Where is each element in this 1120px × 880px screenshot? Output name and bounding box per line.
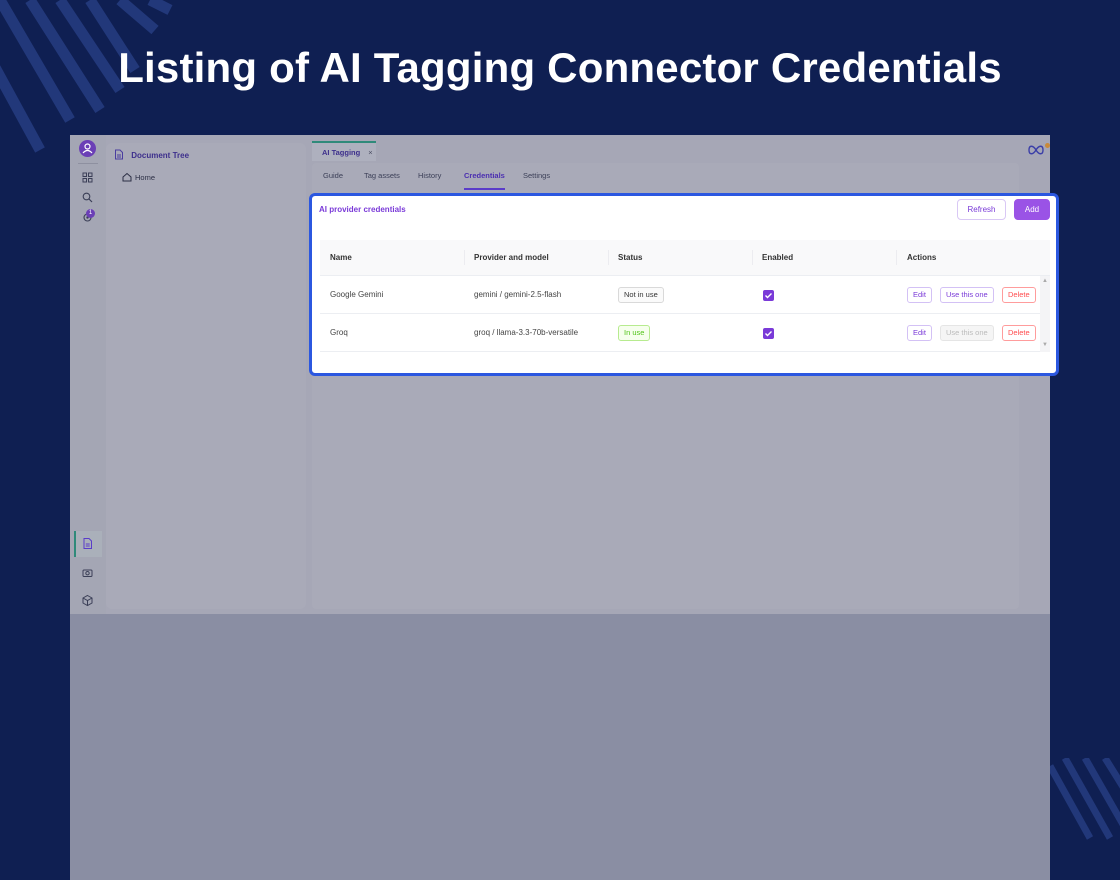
column-divider — [752, 250, 753, 265]
tree-item-home[interactable]: Home — [122, 172, 155, 182]
edit-button[interactable]: Edit — [907, 287, 932, 303]
document-icon[interactable] — [81, 537, 94, 550]
cell-name: Groq — [330, 328, 348, 337]
column-divider — [608, 250, 609, 265]
infinity-icon[interactable] — [1028, 145, 1044, 158]
column-divider — [464, 250, 465, 265]
rail-divider — [78, 163, 98, 164]
status-badge: Not in use — [618, 287, 664, 303]
document-icon — [114, 149, 126, 160]
cell-provider: gemini / gemini-2.5-flash — [474, 290, 562, 299]
close-icon[interactable]: × — [368, 148, 372, 157]
cell-name: Google Gemini — [330, 290, 384, 299]
card-title: AI provider credentials — [319, 205, 406, 214]
table-row: Groq groq / llama-3.3-70b-versatile In u… — [320, 314, 1040, 352]
user-icon — [82, 143, 93, 154]
delete-button[interactable]: Delete — [1002, 325, 1036, 341]
table-scrollbar[interactable]: ▲ ▼ — [1040, 276, 1050, 352]
chevron-up-icon[interactable]: ▲ — [1042, 278, 1048, 284]
subtab-tag-assets[interactable]: Tag assets — [364, 171, 400, 180]
table-header: Name Provider and model Status Enabled A… — [320, 240, 1050, 276]
home-icon — [122, 172, 132, 182]
cell-provider: groq / llama-3.3-70b-versatile — [474, 328, 579, 337]
user-avatar[interactable] — [79, 140, 96, 157]
grid-icon[interactable] — [81, 171, 94, 184]
tree-item-label: Home — [135, 173, 156, 182]
delete-button[interactable]: Delete — [1002, 287, 1036, 303]
notification-badge: 1 — [86, 209, 95, 218]
subtab-guide[interactable]: Guide — [323, 171, 343, 180]
table-row: Google Gemini gemini / gemini-2.5-flash … — [320, 276, 1040, 314]
enabled-checkbox[interactable] — [763, 290, 774, 301]
column-header-actions: Actions — [907, 253, 937, 262]
column-header-provider: Provider and model — [474, 253, 549, 262]
credentials-card: AI provider credentials Refresh Add Name… — [309, 193, 1059, 376]
search-icon[interactable] — [81, 191, 94, 204]
document-tree-panel: Document Tree Home — [106, 143, 306, 609]
subtab-credentials[interactable]: Credentials — [464, 171, 505, 190]
decorative-stripes-bottom-right — [1050, 758, 1120, 848]
icon-rail: 1 — [70, 135, 106, 614]
column-header-name: Name — [330, 253, 352, 262]
status-badge: In use — [618, 325, 651, 341]
edit-button[interactable]: Edit — [907, 325, 932, 341]
tab-ai-tagging[interactable]: AI Tagging × — [312, 141, 376, 161]
tab-label: AI Tagging — [322, 148, 361, 157]
add-button[interactable]: Add — [1014, 199, 1050, 220]
banner-title: Listing of AI Tagging Connector Credenti… — [118, 44, 1002, 91]
package-icon[interactable] — [81, 594, 94, 607]
check-icon — [765, 331, 772, 337]
subtab-settings[interactable]: Settings — [523, 171, 550, 180]
document-tree-header: Document Tree — [114, 149, 189, 160]
column-header-enabled: Enabled — [762, 253, 794, 262]
check-icon — [765, 293, 772, 299]
refresh-button[interactable]: Refresh — [957, 199, 1006, 220]
use-this-one-button: Use this one — [940, 325, 994, 341]
camera-icon[interactable] — [81, 566, 94, 579]
column-divider — [896, 250, 897, 265]
document-tree-title: Document Tree — [131, 151, 190, 160]
chevron-down-icon[interactable]: ▼ — [1042, 342, 1048, 348]
subtab-history[interactable]: History — [418, 171, 441, 180]
use-this-one-button[interactable]: Use this one — [940, 287, 994, 303]
status-dot — [1045, 143, 1050, 148]
column-header-status: Status — [618, 253, 643, 262]
enabled-checkbox[interactable] — [763, 328, 774, 339]
